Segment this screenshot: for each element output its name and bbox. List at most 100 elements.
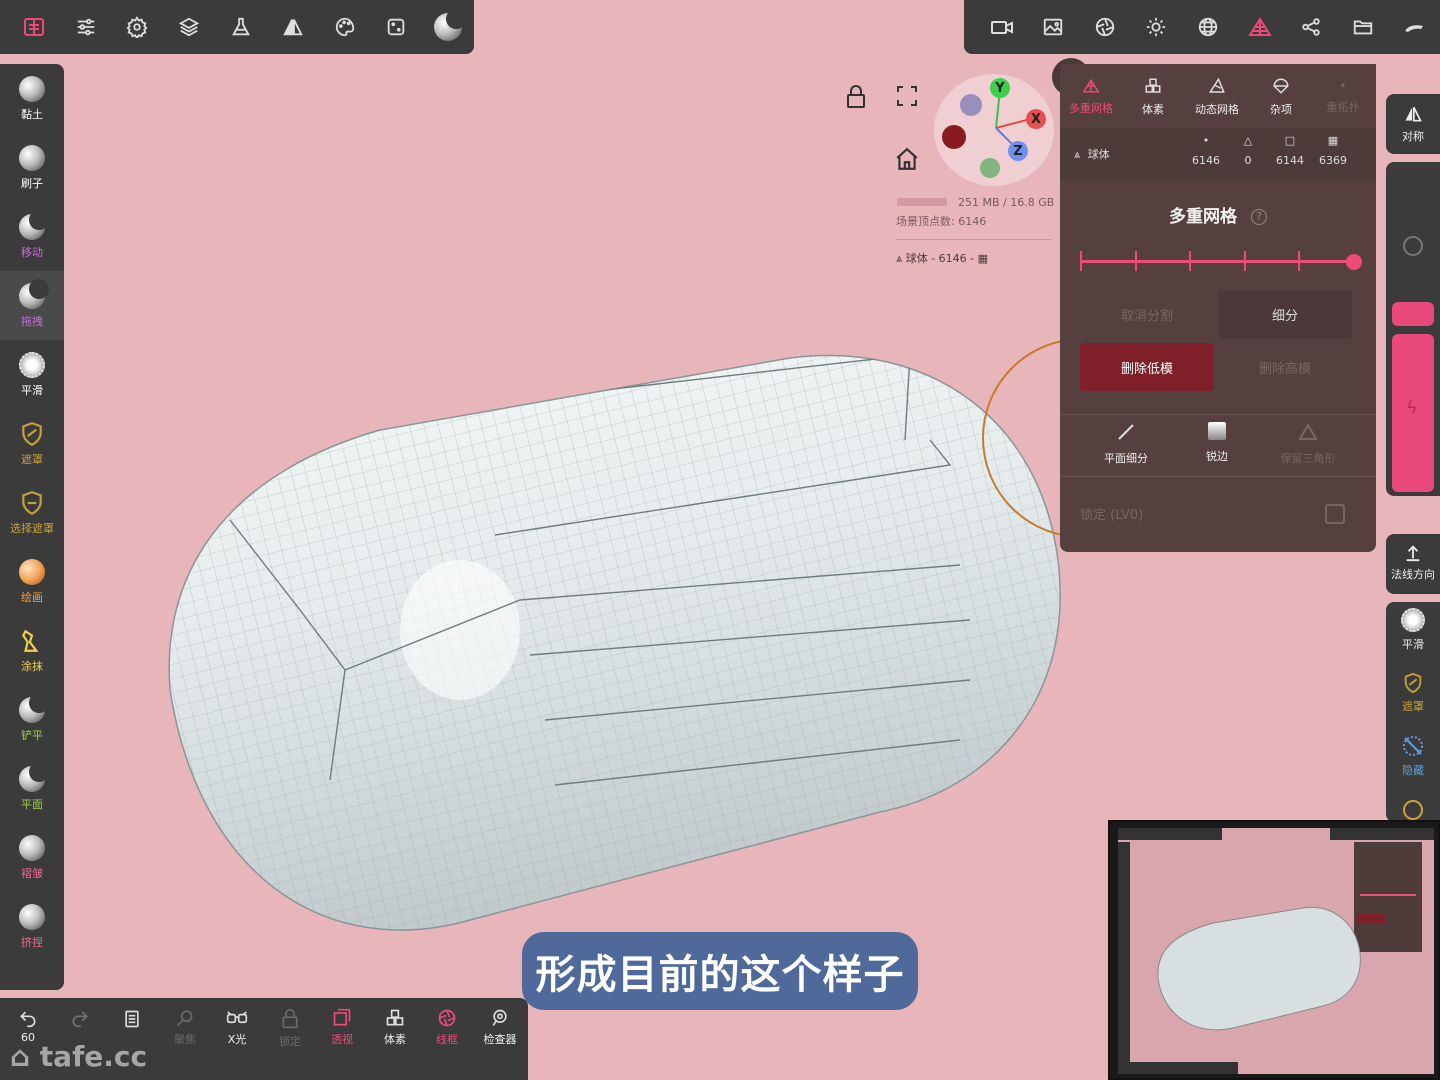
quick-hide[interactable]: 隐藏	[1386, 734, 1440, 778]
axis-gizmo[interactable]: Y X Z	[934, 74, 1054, 186]
triangle-icon: △	[1243, 134, 1253, 147]
inspector-label: 检查器	[483, 1033, 517, 1046]
line-icon	[1118, 424, 1134, 440]
arrow-up-icon	[1406, 545, 1420, 562]
tab-multires[interactable]: 多重网格	[1060, 72, 1122, 122]
smooth-icon	[1401, 608, 1425, 632]
triangle-outline-icon	[1298, 422, 1318, 440]
mesh-name: ⩓ 球体	[1074, 146, 1110, 162]
slider-knob[interactable]	[1346, 254, 1362, 270]
grid-icon: ▦	[977, 252, 989, 265]
gizmo-neg-x[interactable]	[942, 125, 966, 149]
symmetry-icon	[1405, 106, 1422, 122]
tab-dyntopo[interactable]: 动态网格	[1184, 72, 1250, 122]
voxel-label: 体素	[384, 1033, 406, 1046]
vertex-icon: •	[1202, 134, 1210, 147]
watermark-text: tafe.cc	[39, 1040, 148, 1073]
voxel-icon	[1145, 78, 1161, 93]
flat-subdivide-option[interactable]: 平面细分	[1086, 422, 1166, 466]
redo-icon	[72, 1011, 88, 1028]
uv-grid-icon: ▦	[1327, 134, 1339, 147]
fullscreen-icon[interactable]	[895, 84, 919, 112]
mesh-name-label: 球体	[1087, 148, 1110, 161]
gizmo-neg-z[interactable]	[960, 94, 982, 116]
stat-quads: □ 6144	[1268, 134, 1312, 167]
quick-smooth[interactable]: 平滑	[1386, 608, 1440, 652]
mesh-icon: ⩓	[1074, 148, 1081, 161]
quick-smooth-label: 平滑	[1402, 638, 1424, 651]
topology-panel: 多重网格 体素 动态网格 杂项 • 重拓扑 ⩓ 球体 • 6146 △ 0 □ 614…	[1060, 64, 1376, 552]
radial-icon[interactable]	[1403, 800, 1423, 820]
wireframe-icon	[438, 1009, 456, 1027]
focus-label: 聚焦	[174, 1033, 196, 1046]
lightning-icon: ϟ	[1406, 398, 1418, 419]
tab-label: 重拓扑	[1326, 101, 1360, 114]
tab-retopo[interactable]: • 重拓扑	[1312, 72, 1374, 122]
lock-icon	[282, 1009, 298, 1029]
focus-button[interactable]: 聚焦	[159, 1008, 211, 1068]
inspector-icon	[492, 1009, 507, 1026]
brush-size-strip: ϟ	[1386, 162, 1440, 496]
multires-level-slider[interactable]	[1080, 260, 1354, 263]
multires-title: 多重网格	[1169, 207, 1237, 227]
mesh-list-item[interactable]: ⩓ 球体 - 6146 - ▦	[896, 250, 988, 266]
wireframe-button[interactable]: 线框	[421, 1008, 473, 1068]
lock-camera-icon[interactable]	[844, 84, 868, 114]
tab-label: 多重网格	[1069, 102, 1113, 115]
inspector-button[interactable]: 检查器	[474, 1008, 526, 1068]
mesh-topology-icon: ⩓	[896, 252, 903, 265]
perspective-button[interactable]: 透视	[316, 1008, 368, 1068]
voxel-button[interactable]: 体素	[369, 1008, 421, 1068]
normal-strip: 法线方向	[1386, 534, 1440, 594]
watermark: ⌂ tafe.cc	[10, 1040, 147, 1073]
gizmo-z-axis[interactable]: Z	[1008, 141, 1028, 161]
help-icon[interactable]: ?	[1251, 209, 1267, 225]
pressure-icon[interactable]	[1403, 236, 1423, 256]
gizmo-neg-y[interactable]	[980, 158, 1000, 178]
video-subtitle: 形成目前的这个样子	[522, 932, 918, 1010]
search-icon	[176, 1010, 193, 1027]
symmetry-label: 对称	[1402, 130, 1424, 143]
xray-glasses-icon	[226, 1011, 248, 1024]
gizmo-x-axis[interactable]: X	[1026, 109, 1046, 129]
mask-shield-icon	[1404, 672, 1422, 694]
tab-voxel[interactable]: 体素	[1122, 72, 1184, 122]
picture-in-picture-preview	[1108, 820, 1440, 1080]
brush-radius-slider[interactable]	[1392, 302, 1434, 326]
scene-vertex-count: 场景顶点数: 6146	[896, 215, 987, 228]
lock-level-checkbox[interactable]	[1325, 504, 1345, 524]
dyntopo-icon	[1208, 77, 1225, 93]
normal-direction-toggle[interactable]: 法线方向	[1386, 544, 1440, 582]
keep-triangles-option[interactable]: 保留三角形	[1268, 422, 1348, 466]
reverse-subdivide-button[interactable]: 取消分割	[1080, 290, 1214, 338]
option-label: 锐边	[1206, 450, 1228, 463]
lock-button[interactable]: 锁定	[264, 1008, 316, 1068]
tab-misc[interactable]: 杂项	[1250, 72, 1312, 122]
symmetry-toggle[interactable]: 对称	[1386, 104, 1440, 144]
xray-button[interactable]: X光	[211, 1008, 263, 1068]
symmetry-strip: 对称	[1386, 94, 1440, 154]
option-label: 保留三角形	[1280, 452, 1336, 465]
pip-screen	[1118, 828, 1434, 1074]
quick-mask-label: 遮罩	[1402, 700, 1424, 713]
home-view-icon[interactable]	[894, 146, 920, 176]
sharp-edge-option[interactable]: 锐边	[1177, 422, 1257, 464]
quick-hide-label: 隐藏	[1402, 764, 1424, 777]
multires-title-row: 多重网格?	[1060, 202, 1376, 227]
watermark-logo-icon: ⌂	[10, 1040, 31, 1073]
delete-higher-button[interactable]: 删除高模	[1218, 343, 1352, 391]
perspective-icon	[333, 1008, 351, 1026]
sharp-edge-icon	[1208, 422, 1226, 440]
quick-mask[interactable]: 遮罩	[1386, 672, 1440, 714]
stat-triangles: △ 0	[1226, 134, 1270, 167]
delete-lower-button[interactable]: 删除低模	[1080, 343, 1214, 391]
gizmo-y-axis[interactable]: Y	[990, 78, 1010, 98]
pip-capsule	[1157, 906, 1361, 1031]
wireframe-label: 线框	[436, 1033, 458, 1046]
lock-level-label: 锁定 (LV0)	[1080, 508, 1144, 523]
panel-divider	[1060, 476, 1376, 477]
slider-tick	[1135, 251, 1137, 271]
subdivide-button[interactable]: 细分	[1218, 290, 1352, 338]
info-divider	[896, 239, 1052, 240]
undo-icon	[20, 1011, 36, 1028]
